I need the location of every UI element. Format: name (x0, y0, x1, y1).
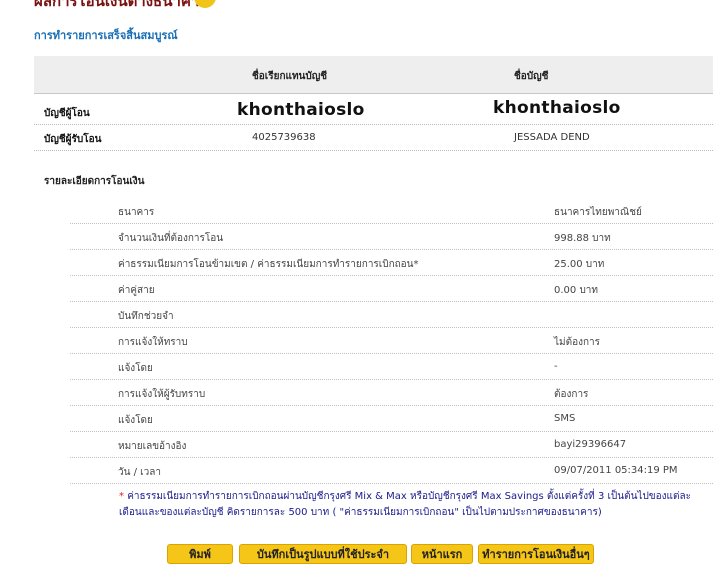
alias-column-header: ชื่อเรียกแทนบัญชี (252, 71, 328, 82)
detail-label: ค่าธรรมเนียมการโอนข้ามเขต / ค่าธรรมเนียม… (118, 257, 419, 272)
status-message: การทำรายการเสร็จสิ้นสมบูรณ์ (34, 29, 178, 42)
detail-value: 998.88 บาท (554, 233, 611, 244)
note-mark: * (119, 491, 124, 502)
detail-label: แจ้งโดย (118, 415, 153, 426)
detail-value: SMS (554, 413, 576, 424)
receiver-name: JESSADA DEND (514, 132, 590, 143)
detail-label: การแจ้งให้ผู้รับทราบ (118, 389, 206, 400)
receiver-account-label: บัญชีผู้รับโอน (44, 134, 102, 145)
detail-row: ธนาคาร ธนาคารไทยพาณิชย์ (70, 198, 713, 224)
detail-label: หมายเลขอ้างอิง (118, 441, 187, 452)
detail-row: จำนวนเงินที่ต้องการโอน 998.88 บาท (70, 224, 713, 250)
receiver-account-number: 4025739638 (252, 132, 316, 143)
accounts-header: ชื่อเรียกแทนบัญชี ชื่อบัญชี (34, 56, 713, 94)
detail-row: วัน / เวลา 09/07/2011 05:34:19 PM (70, 458, 713, 484)
required-mark: * (413, 259, 419, 270)
redaction-text-alias: khonthaioslo (237, 100, 365, 120)
detail-label: แจ้งโดย (118, 363, 153, 374)
detail-label-text: ค่าธรรมเนียมการโอนข้ามเขต / ค่าธรรมเนียม… (118, 259, 414, 270)
detail-value: 25.00 บาท (554, 259, 605, 270)
detail-label: จำนวนเงินที่ต้องการโอน (118, 233, 224, 244)
receiver-account-row: บัญชีผู้รับโอน 4025739638 JESSADA DEND (34, 126, 713, 151)
detail-label: การแจ้งให้ทราบ (118, 337, 188, 348)
other-transfer-button[interactable]: ทำรายการโอนเงินอื่นๆ (478, 544, 594, 564)
detail-row: ค่าธรรมเนียมการโอนข้ามเขต / ค่าธรรมเนียม… (70, 250, 713, 276)
detail-row: การแจ้งให้ทราบ ไม่ต้องการ (70, 328, 713, 354)
details-section-title: รายละเอียดการโอนเงิน (44, 176, 145, 187)
save-template-button[interactable]: บันทึกเป็นรูปแบบที่ใช้ประจำ (239, 544, 407, 564)
fee-note-text: ค่าธรรมเนียมการทำรายการเบิกถอนผ่านบัญชีก… (119, 491, 691, 518)
detail-label: วัน / เวลา (118, 467, 161, 478)
print-button[interactable]: พิมพ์ (167, 544, 233, 564)
name-column-header: ชื่อบัญชี (514, 71, 549, 82)
detail-value: bayi29396647 (554, 439, 627, 450)
detail-row: แจ้งโดย - (70, 354, 713, 380)
detail-row: แจ้งโดย SMS (70, 406, 713, 432)
detail-value: ธนาคารไทยพาณิชย์ (554, 207, 642, 218)
detail-label: บันทึกช่วยจำ (118, 311, 174, 322)
redaction-text-name: khonthaioslo (493, 98, 621, 118)
detail-value: ไม่ต้องการ (554, 337, 601, 348)
detail-value: ต้องการ (554, 389, 589, 400)
detail-row: บันทึกช่วยจำ (70, 302, 713, 328)
detail-row: ค่าคู่สาย 0.00 บาท (70, 276, 713, 302)
detail-value: 0.00 บาท (554, 285, 598, 296)
detail-value: 09/07/2011 05:34:19 PM (554, 465, 678, 476)
sender-account-label: บัญชีผู้โอน (44, 108, 90, 119)
page-title: ผลการโอนเงินต่างธนาคาร (34, 0, 208, 10)
detail-row: การแจ้งให้ผู้รับทราบ ต้องการ (70, 380, 713, 406)
fee-note: * ค่าธรรมเนียมการทำรายการเบิกถอนผ่านบัญช… (119, 489, 709, 521)
detail-row: หมายเลขอ้างอิง bayi29396647 (70, 432, 713, 458)
detail-value: - (554, 361, 558, 372)
detail-label: ค่าคู่สาย (118, 285, 155, 296)
home-button[interactable]: หน้าแรก (411, 544, 473, 564)
detail-label: ธนาคาร (118, 207, 155, 218)
